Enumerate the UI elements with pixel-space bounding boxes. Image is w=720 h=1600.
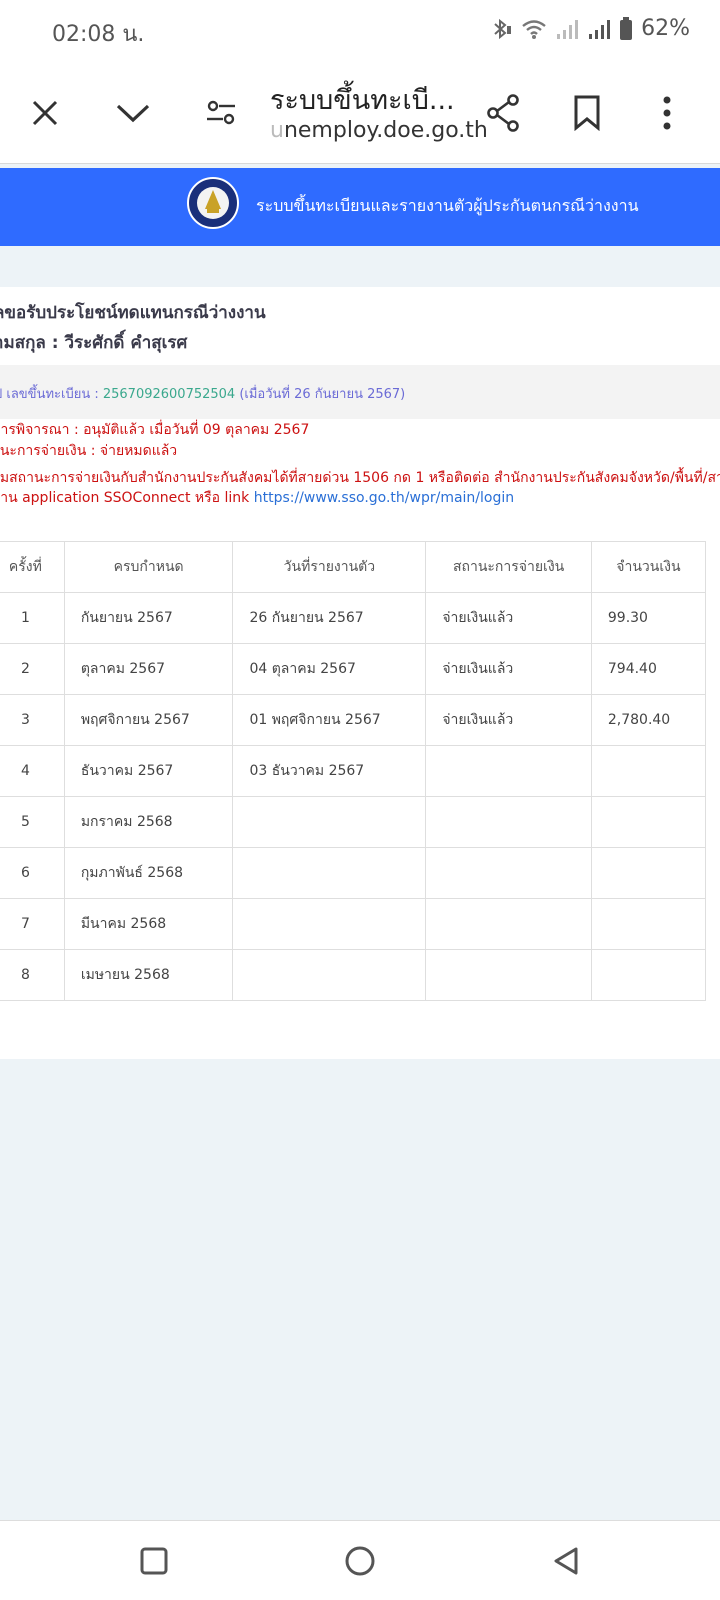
row-status: [425, 949, 592, 1001]
row-no: 3: [0, 694, 65, 746]
table-row: 6 กุมภาพันธ์ 2568: [0, 847, 707, 899]
col-header-payment-status: สถานะการจ่ายเงิน: [425, 541, 592, 593]
col-header-report-date: วันที่รายงานตัว: [232, 541, 427, 593]
row-status: [425, 796, 592, 848]
reg-label: ป เลขขึ้นทะเบียน :: [0, 387, 103, 402]
row-amount: 794.40: [590, 643, 707, 695]
app-note-text: ผ่าน application SSOConnect หรือ link: [0, 490, 254, 506]
table-row: 7 มีนาคม 2568: [0, 898, 707, 950]
site-header: ระบบขึ้นทะเบียนและรายงานตัวผู้ประกันตนกร…: [0, 168, 720, 246]
row-report-date: [232, 847, 427, 899]
table-row: 1 กันยายน 2567 26 กันยายน 2567 จ่ายเงินแล้ว…: [0, 592, 707, 644]
browser-toolbar: ระบบขึ้นทะเบี... unemploy.doe.go.th: [0, 62, 720, 164]
page-title[interactable]: ระบบขึ้นทะเบี...: [270, 78, 455, 121]
battery-percent: 62%: [641, 16, 690, 41]
table-row: 8 เมษายน 2568: [0, 949, 707, 1001]
row-due: ธันวาคม 2567: [63, 745, 234, 797]
payment-status: านะการจ่ายเงิน : จ่ายหมดแล้ว: [0, 443, 178, 459]
row-status: [425, 847, 592, 899]
row-report-date: 01 พฤศจิกายน 2567: [232, 694, 427, 746]
row-no: 2: [0, 643, 65, 695]
reg-number: 2567092600752504: [102, 387, 236, 402]
row-amount: [590, 898, 707, 950]
row-amount: [590, 847, 707, 899]
bluetooth-icon: [491, 17, 513, 41]
sso-login-link[interactable]: https://www.sso.go.th/wpr/main/login: [254, 490, 514, 506]
home-icon[interactable]: [340, 1541, 380, 1581]
row-report-date: 04 ตุลาคม 2567: [232, 643, 427, 695]
status-bar: 02:08 น. 62%: [0, 0, 720, 62]
site-settings-icon[interactable]: [196, 88, 246, 138]
row-report-date: [232, 796, 427, 848]
row-amount: 99.30: [590, 592, 707, 644]
site-title: ระบบขึ้นทะเบียนและรายงานตัวผู้ประกันตนกร…: [256, 196, 639, 215]
url-text: nemploy.doe.go.th: [283, 118, 488, 143]
row-no: 8: [0, 949, 65, 1001]
url-prefix: u: [270, 118, 284, 143]
benefit-heading: ลขอรับประโยชน์ทดแทนกรณีว่างงาน: [0, 303, 266, 323]
row-amount: [590, 949, 707, 1001]
row-no: 7: [0, 898, 65, 950]
recents-icon[interactable]: [134, 1541, 174, 1581]
table-row: 4 ธันวาคม 2567 03 ธันวาคม 2567: [0, 745, 707, 797]
row-due: กันยายน 2567: [63, 592, 234, 644]
row-status: จ่ายเงินแล้ว: [425, 643, 592, 695]
app-note: ผ่าน application SSOConnect หรือ link ht…: [0, 487, 514, 509]
name-line: ามสกุล : วีระศักดิ์ คำสุเรศ: [0, 333, 188, 353]
col-header-no: ครั้งที่: [0, 541, 65, 593]
battery-icon: [619, 16, 633, 41]
bookmark-icon[interactable]: [562, 88, 612, 138]
row-status: จ่ายเงินแล้ว: [425, 592, 592, 644]
row-due: มกราคม 2568: [63, 796, 234, 848]
contact-note: ามสถานะการจ่ายเงินกับสำนักงานประกันสังคม…: [0, 470, 720, 486]
table-row: 5 มกราคม 2568: [0, 796, 707, 848]
row-amount: [590, 745, 707, 797]
row-report-date: 26 กันยายน 2567: [232, 592, 427, 644]
row-due: เมษายน 2568: [63, 949, 234, 1001]
table-row: 3 พฤศจิกายน 2567 01 พฤศจิกายน 2567 จ่ายเงิน…: [0, 694, 707, 746]
col-header-due: ครบกำหนด: [63, 541, 234, 593]
row-no: 6: [0, 847, 65, 899]
report-table: ครั้งที่ ครบกำหนด วันที่รายงานตัว สถานะก…: [0, 541, 707, 1001]
row-amount: [590, 796, 707, 848]
col-header-amount: จำนวนเงิน: [590, 541, 707, 593]
row-no: 4: [0, 745, 65, 797]
row-status: จ่ายเงินแล้ว: [425, 694, 592, 746]
back-icon[interactable]: [546, 1541, 586, 1581]
row-report-date: [232, 898, 427, 950]
signal-icon: [555, 18, 579, 40]
signal-icon: [587, 18, 611, 40]
registration-box: ป เลขขึ้นทะเบียน : 2567092600752504 (เมื…: [0, 365, 720, 419]
row-status: [425, 745, 592, 797]
more-icon[interactable]: [642, 88, 692, 138]
table-header-row: ครั้งที่ ครบกำหนด วันที่รายงานตัว สถานะก…: [0, 541, 707, 593]
row-due: ตุลาคม 2567: [63, 643, 234, 695]
system-nav-bar: [0, 1520, 720, 1600]
row-no: 1: [0, 592, 65, 644]
clock: 02:08 น.: [52, 22, 145, 47]
row-due: พฤศจิกายน 2567: [63, 694, 234, 746]
row-no: 5: [0, 796, 65, 848]
row-report-date: [232, 949, 427, 1001]
row-report-date: 03 ธันวาคม 2567: [232, 745, 427, 797]
reg-date: (เมื่อวันที่ 26 กันยายน 2567): [235, 387, 406, 402]
url-field[interactable]: unemploy.doe.go.th: [270, 118, 488, 143]
close-icon[interactable]: [20, 88, 70, 138]
registration-info: ป เลขขึ้นทะเบียน : 2567092600752504 (เมื…: [0, 383, 405, 404]
share-icon[interactable]: [478, 88, 528, 138]
table-row: 2 ตุลาคม 2567 04 ตุลาคม 2567 จ่ายเงินแล้ว 79…: [0, 643, 707, 695]
row-status: [425, 898, 592, 950]
row-due: มีนาคม 2568: [63, 898, 234, 950]
chevron-down-icon[interactable]: [108, 88, 158, 138]
department-of-employment-logo: [186, 176, 240, 234]
row-due: กุมภาพันธ์ 2568: [63, 847, 234, 899]
approval-status: การพิจารณา : อนุมัติแล้ว เมื่อวันที่ 09 …: [0, 422, 310, 438]
wifi-icon: [521, 18, 547, 40]
row-amount: 2,780.40: [590, 694, 707, 746]
status-icons: 62%: [491, 16, 690, 41]
content-card: ลขอรับประโยชน์ทดแทนกรณีว่างงาน ามสกุล : …: [0, 287, 720, 1059]
